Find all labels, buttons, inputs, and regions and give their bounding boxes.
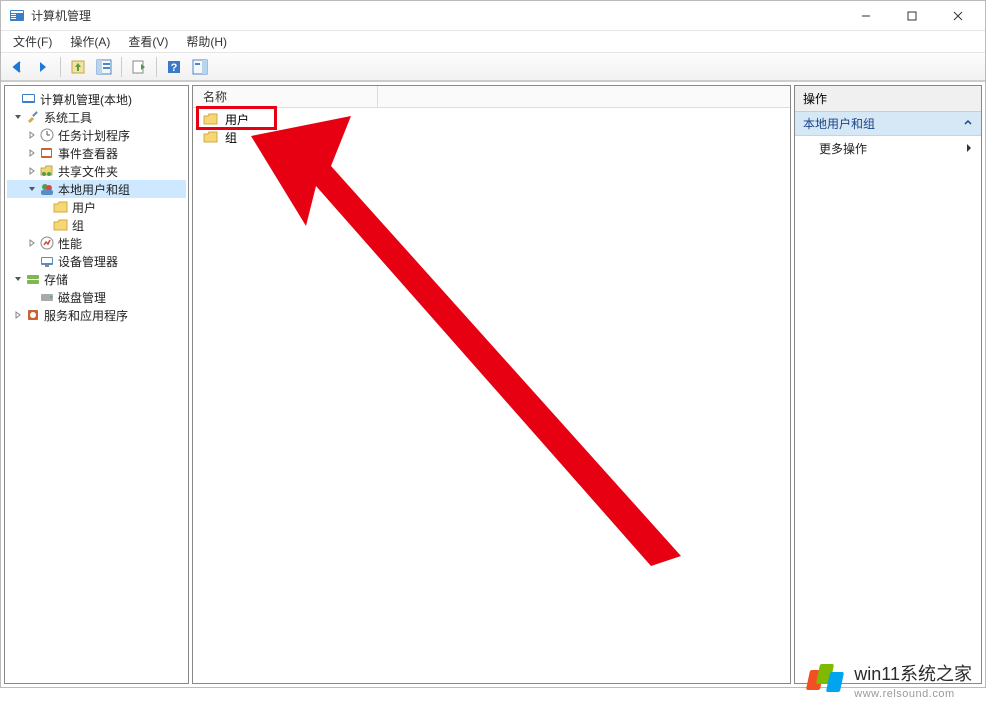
services-icon [25, 307, 41, 323]
watermark-logo [808, 662, 844, 698]
performance-icon [39, 235, 55, 251]
list-item-label: 用户 [225, 111, 249, 128]
action-pane-button[interactable] [188, 55, 212, 79]
chevron-right-icon[interactable] [25, 130, 39, 140]
actions-pane: 操作 本地用户和组 更多操作 [794, 85, 982, 684]
chevron-right-icon[interactable] [11, 310, 25, 320]
tree-label: 任务计划程序 [58, 127, 130, 144]
tree-groups[interactable]: 组 [7, 216, 186, 234]
tree-pane: 计算机管理(本地) 系统工具 任务计划程序 [4, 85, 189, 684]
users-groups-icon [39, 181, 55, 197]
watermark-url: www.relsound.com [854, 688, 972, 700]
tree-users[interactable]: 用户 [7, 198, 186, 216]
tree-shared-folders[interactable]: 共享文件夹 [7, 162, 186, 180]
chevron-right-icon[interactable] [25, 238, 39, 248]
tree-label: 共享文件夹 [58, 163, 118, 180]
chevron-right-icon[interactable] [25, 166, 39, 176]
chevron-down-icon[interactable] [25, 184, 39, 194]
menu-action[interactable]: 操作(A) [62, 31, 118, 52]
clock-icon [39, 127, 55, 143]
list-header[interactable]: 名称 [193, 86, 790, 108]
chevron-down-icon[interactable] [11, 112, 25, 122]
disk-icon [39, 289, 55, 305]
chevron-right-icon [965, 142, 973, 156]
list-item[interactable]: 组 [193, 128, 790, 146]
list-body: 用户 组 [193, 108, 790, 683]
content-area: 计算机管理(本地) 系统工具 任务计划程序 [1, 81, 985, 687]
folder-icon [203, 112, 219, 126]
folder-icon [53, 217, 69, 233]
tree-local-users-groups[interactable]: 本地用户和组 [7, 180, 186, 198]
list-item[interactable]: 用户 [193, 110, 790, 128]
tools-icon [25, 109, 41, 125]
tree-label: 计算机管理(本地) [40, 91, 132, 108]
actions-header: 操作 [795, 86, 981, 112]
menu-view[interactable]: 查看(V) [120, 31, 176, 52]
toolbar: ? [1, 53, 985, 81]
tree-label: 事件查看器 [58, 145, 118, 162]
tree-label: 用户 [72, 199, 96, 216]
tree-services-apps[interactable]: 服务和应用程序 [7, 306, 186, 324]
tree-label: 存储 [44, 271, 68, 288]
actions-more[interactable]: 更多操作 [795, 136, 981, 161]
maximize-button[interactable] [889, 1, 935, 31]
app-icon [9, 8, 25, 24]
menu-file[interactable]: 文件(F) [5, 31, 60, 52]
menu-help[interactable]: 帮助(H) [178, 31, 235, 52]
nav-tree: 计算机管理(本地) 系统工具 任务计划程序 [5, 86, 188, 328]
folder-icon [203, 130, 219, 144]
separator [156, 57, 157, 77]
export-button[interactable] [127, 55, 151, 79]
window-controls [843, 1, 981, 31]
tree-label: 本地用户和组 [58, 181, 130, 198]
tree-disk-management[interactable]: 磁盘管理 [7, 288, 186, 306]
list-pane: 名称 用户 组 [192, 85, 791, 684]
chevron-right-icon[interactable] [25, 148, 39, 158]
watermark-title: win11系统之家 [854, 660, 972, 686]
actions-item-label: 更多操作 [819, 140, 867, 157]
actions-group-title[interactable]: 本地用户和组 [795, 112, 981, 136]
window-title: 计算机管理 [31, 7, 843, 24]
tree-label: 设备管理器 [58, 253, 118, 270]
tree-root[interactable]: 计算机管理(本地) [7, 90, 186, 108]
device-icon [39, 253, 55, 269]
help-button[interactable]: ? [162, 55, 186, 79]
list-item-label: 组 [225, 129, 237, 146]
minimize-button[interactable] [843, 1, 889, 31]
actions-group-label: 本地用户和组 [803, 115, 875, 132]
tree-label: 系统工具 [44, 109, 92, 126]
svg-text:?: ? [171, 62, 178, 74]
show-hide-tree-button[interactable] [92, 55, 116, 79]
folder-icon [53, 199, 69, 215]
chevron-down-icon[interactable] [11, 274, 25, 284]
tree-label: 磁盘管理 [58, 289, 106, 306]
tree-storage[interactable]: 存储 [7, 270, 186, 288]
forward-button[interactable] [31, 55, 55, 79]
tree-label: 组 [72, 217, 84, 234]
storage-icon [25, 271, 41, 287]
shared-folder-icon [39, 163, 55, 179]
menubar: 文件(F) 操作(A) 查看(V) 帮助(H) [1, 31, 985, 53]
collapse-icon[interactable] [963, 117, 973, 131]
titlebar: 计算机管理 [1, 1, 985, 31]
tree-label: 性能 [58, 235, 82, 252]
watermark: win11系统之家 www.relsound.com [808, 660, 972, 700]
computer-icon [21, 91, 37, 107]
back-button[interactable] [5, 55, 29, 79]
tree-performance[interactable]: 性能 [7, 234, 186, 252]
up-button[interactable] [66, 55, 90, 79]
separator [121, 57, 122, 77]
tree-task-scheduler[interactable]: 任务计划程序 [7, 126, 186, 144]
event-icon [39, 145, 55, 161]
column-name[interactable]: 名称 [203, 86, 378, 107]
tree-label: 服务和应用程序 [44, 307, 128, 324]
tree-device-manager[interactable]: 设备管理器 [7, 252, 186, 270]
separator [60, 57, 61, 77]
tree-system-tools[interactable]: 系统工具 [7, 108, 186, 126]
close-button[interactable] [935, 1, 981, 31]
tree-event-viewer[interactable]: 事件查看器 [7, 144, 186, 162]
